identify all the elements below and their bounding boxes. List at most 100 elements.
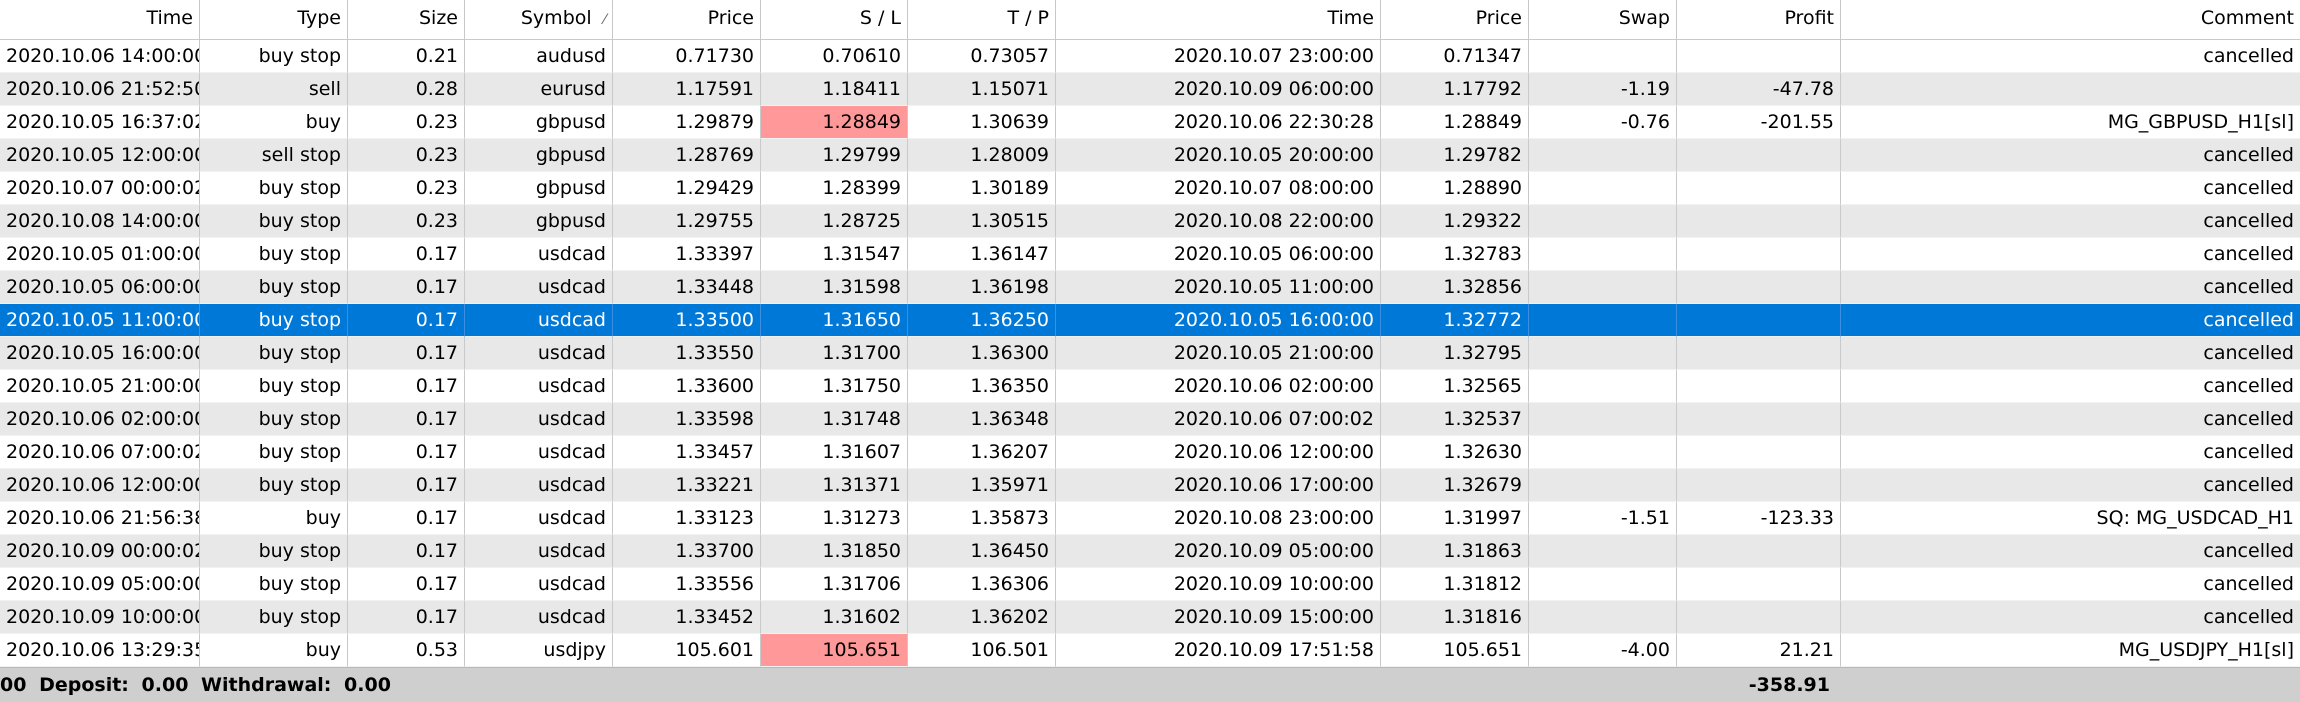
cell-sl: 1.31650 — [761, 304, 908, 337]
deposit-value: 0.00 — [141, 674, 189, 696]
cell-sl: 1.28849 — [761, 106, 908, 139]
column-header-time[interactable]: Time — [0, 0, 200, 40]
cell-type: buy — [200, 502, 348, 535]
cell-comment: cancelled — [1841, 601, 2300, 634]
column-header-close-time[interactable]: Time — [1056, 0, 1381, 40]
cell-price: 1.33448 — [613, 271, 761, 304]
cell-time: 2020.10.09 00:00:02 — [0, 535, 200, 568]
cell-sl: 1.28725 — [761, 205, 908, 238]
cell-close-time: 2020.10.05 06:00:00 — [1056, 238, 1381, 271]
cell-swap — [1529, 568, 1677, 601]
cell-close-time: 2020.10.06 12:00:00 — [1056, 436, 1381, 469]
cell-symbol: usdjpy — [465, 634, 613, 667]
cell-type: buy stop — [200, 436, 348, 469]
cell-type: buy stop — [200, 337, 348, 370]
table-row[interactable]: 2020.10.06 13:29:35 buy 0.53 usdjpy 105.601 1… — [0, 634, 2300, 667]
cell-sl: 1.31371 — [761, 469, 908, 502]
table-row[interactable]: 2020.10.09 00:00:02 buy stop 0.17 usdcad 1.3… — [0, 535, 2300, 568]
cell-close-price: 1.31812 — [1381, 568, 1529, 601]
column-header-comment[interactable]: Comment — [1841, 0, 2300, 40]
column-header-type[interactable]: Type — [200, 0, 348, 40]
balance-summary-bar: 00 Deposit: 0.00 Withdrawal: 0.00 -358.9… — [0, 667, 2300, 702]
balance-summary: 00 Deposit: 0.00 Withdrawal: 0.00 — [0, 668, 397, 702]
cell-profit — [1677, 337, 1841, 370]
table-row[interactable]: 2020.10.05 16:37:02 buy 0.23 gbpusd 1.29879 1… — [0, 106, 2300, 139]
column-header-profit[interactable]: Profit — [1677, 0, 1841, 40]
withdrawal-value: 0.00 — [344, 674, 391, 696]
cell-size: 0.53 — [348, 634, 465, 667]
table-row[interactable]: 2020.10.06 02:00:00 buy stop 0.17 usdcad 1.3… — [0, 403, 2300, 436]
cell-price: 1.33550 — [613, 337, 761, 370]
table-row[interactable]: 2020.10.05 16:00:00 buy stop 0.17 usdcad 1.3… — [0, 337, 2300, 370]
cell-swap: -1.19 — [1529, 73, 1677, 106]
table-row[interactable]: 2020.10.05 01:00:00 buy stop 0.17 usdcad 1.3… — [0, 238, 2300, 271]
summary-truncated-value: 00 — [0, 674, 27, 696]
cell-type: buy stop — [200, 205, 348, 238]
cell-time: 2020.10.06 21:52:50 — [0, 73, 200, 106]
cell-profit — [1677, 172, 1841, 205]
table-row[interactable]: 2020.10.07 00:00:02 buy stop 0.23 gbpusd 1.2… — [0, 172, 2300, 205]
cell-comment: cancelled — [1841, 436, 2300, 469]
cell-close-time: 2020.10.09 15:00:00 — [1056, 601, 1381, 634]
cell-sl: 1.18411 — [761, 73, 908, 106]
cell-tp: 1.30515 — [908, 205, 1056, 238]
cell-symbol: usdcad — [465, 436, 613, 469]
column-header-close-price[interactable]: Price — [1381, 0, 1529, 40]
table-row[interactable]: 2020.10.06 14:00:00 buy stop 0.21 audusd 0.7… — [0, 40, 2300, 73]
table-row[interactable]: 2020.10.06 07:00:02 buy stop 0.17 usdcad 1.3… — [0, 436, 2300, 469]
cell-close-price: 1.32565 — [1381, 370, 1529, 403]
cell-close-price: 1.31997 — [1381, 502, 1529, 535]
table-row[interactable]: 2020.10.05 21:00:00 buy stop 0.17 usdcad 1.3… — [0, 370, 2300, 403]
cell-profit — [1677, 436, 1841, 469]
cell-symbol: usdcad — [465, 568, 613, 601]
cell-comment: cancelled — [1841, 568, 2300, 601]
column-header-swap[interactable]: Swap — [1529, 0, 1677, 40]
cell-time: 2020.10.06 13:29:35 — [0, 634, 200, 667]
cell-close-time: 2020.10.06 02:00:00 — [1056, 370, 1381, 403]
cell-close-price: 1.31863 — [1381, 535, 1529, 568]
cell-swap: -0.76 — [1529, 106, 1677, 139]
table-row[interactable]: 2020.10.05 12:00:00 sell stop 0.23 gbpusd 1.… — [0, 139, 2300, 172]
cell-tp: 1.35971 — [908, 469, 1056, 502]
cell-time: 2020.10.06 12:00:00 — [0, 469, 200, 502]
table-row[interactable]: 2020.10.06 12:00:00 buy stop 0.17 usdcad 1.3… — [0, 469, 2300, 502]
cell-type: buy stop — [200, 370, 348, 403]
cell-close-time: 2020.10.07 23:00:00 — [1056, 40, 1381, 73]
cell-time: 2020.10.07 00:00:02 — [0, 172, 200, 205]
column-header-price[interactable]: Price — [613, 0, 761, 40]
cell-size: 0.17 — [348, 337, 465, 370]
cell-close-price: 1.29782 — [1381, 139, 1529, 172]
cell-price: 1.33221 — [613, 469, 761, 502]
cell-profit — [1677, 40, 1841, 73]
table-row[interactable]: 2020.10.05 06:00:00 buy stop 0.17 usdcad 1.3… — [0, 271, 2300, 304]
cell-tp: 1.28009 — [908, 139, 1056, 172]
cell-swap — [1529, 370, 1677, 403]
cell-tp: 1.36250 — [908, 304, 1056, 337]
table-row[interactable]: 2020.10.09 10:00:00 buy stop 0.17 usdcad 1.3… — [0, 601, 2300, 634]
column-header-symbol[interactable]: Symbol ⁄ — [465, 0, 613, 40]
cell-close-time: 2020.10.09 06:00:00 — [1056, 73, 1381, 106]
column-header-tp[interactable]: T / P — [908, 0, 1056, 40]
cell-comment: MG_USDJPY_H1[sl] — [1841, 634, 2300, 667]
cell-profit — [1677, 568, 1841, 601]
cell-price: 1.28769 — [613, 139, 761, 172]
cell-swap — [1529, 271, 1677, 304]
table-row[interactable]: 2020.10.09 05:00:00 buy stop 0.17 usdcad 1.3… — [0, 568, 2300, 601]
cell-profit: -47.78 — [1677, 73, 1841, 106]
cell-price: 1.33452 — [613, 601, 761, 634]
cell-close-time: 2020.10.06 22:30:28 — [1056, 106, 1381, 139]
cell-sl: 1.31700 — [761, 337, 908, 370]
table-row[interactable]: 2020.10.06 21:52:50 sell 0.28 eurusd 1.17591… — [0, 73, 2300, 106]
cell-tp: 1.36306 — [908, 568, 1056, 601]
table-row[interactable]: 2020.10.06 21:56:38 buy 0.17 usdcad 1.33123 1… — [0, 502, 2300, 535]
cell-size: 0.17 — [348, 271, 465, 304]
cell-price: 1.33123 — [613, 502, 761, 535]
cell-price: 105.601 — [613, 634, 761, 667]
cell-sl: 1.31850 — [761, 535, 908, 568]
table-row[interactable]: 2020.10.05 11:00:00 buy stop 0.17 usdcad 1.3… — [0, 304, 2300, 337]
trade-history-table: Time Type Size Symbol ⁄ Price S / L T / P… — [0, 0, 2300, 702]
table-row[interactable]: 2020.10.08 14:00:00 buy stop 0.23 gbpusd 1.2… — [0, 205, 2300, 238]
column-header-size[interactable]: Size — [348, 0, 465, 40]
column-header-sl[interactable]: S / L — [761, 0, 908, 40]
cell-swap — [1529, 172, 1677, 205]
